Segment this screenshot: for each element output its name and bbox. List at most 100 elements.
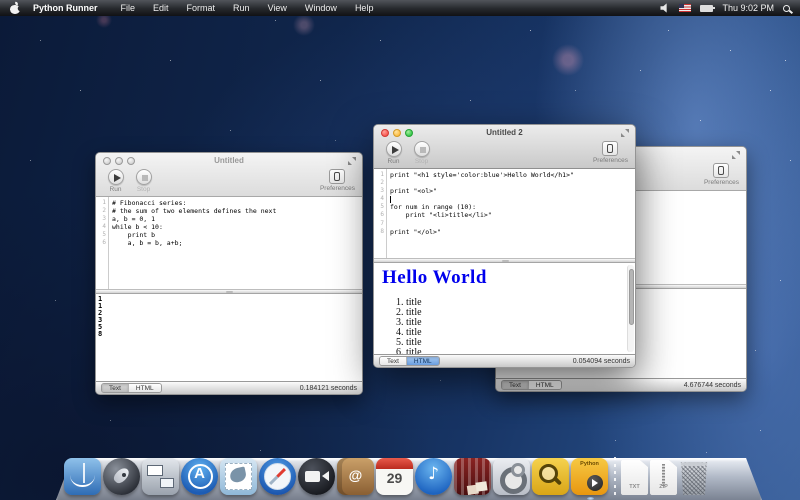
preferences-button[interactable]: Preferences [320,169,355,192]
list-item: title [406,348,627,355]
dock-separator [610,455,619,495]
play-icon [108,169,124,185]
window-title: Untitled 2 [486,128,522,137]
volume-icon[interactable] [660,3,670,13]
output-mode-segmented-control: Text HTML [501,380,562,390]
run-time-label: 0.184121 seconds [300,385,357,392]
minimize-button[interactable] [115,157,123,165]
app-store-icon[interactable] [181,458,218,495]
input-language-flag-icon[interactable] [679,4,691,12]
battery-icon[interactable] [700,5,713,12]
list-item: title [406,308,627,318]
app-menu-title[interactable]: Python Runner [33,3,98,13]
window2-code-editor[interactable]: 123 456 78 print "<h1 style='color:blue'… [374,169,635,258]
window3-statusbar: Text HTML 4.676744 seconds [496,378,746,391]
preferences-icon [718,166,724,175]
zoom-button[interactable] [405,129,413,137]
minimize-button[interactable] [393,129,401,137]
window1-statusbar: Text HTML 0.184121 seconds [96,381,362,394]
stop-icon [136,169,152,185]
window1-toolbar: Run Stop Preferences [96,168,362,196]
window1-code-editor[interactable]: 123 456 # Fibonacci series:# the sum of … [96,197,362,289]
fullscreen-icon[interactable] [621,129,629,137]
play-icon [386,141,402,157]
run-button[interactable]: Run [103,169,128,193]
code-lines: # Fibonacci series:# the sum of two elem… [109,197,362,289]
preferences-button[interactable]: Preferences [704,163,739,186]
photo-booth-icon[interactable] [454,458,491,495]
fullscreen-icon[interactable] [732,151,740,159]
window1-chrome: Untitled Run Stop Preferences [96,153,362,197]
menu-window[interactable]: Window [296,3,346,13]
window2-chrome: Untitled 2 Run Stop Preferences [374,125,635,169]
zip-document-icon[interactable]: ZIP [650,460,677,495]
launchpad-icon[interactable] [103,458,140,495]
list-item: title [406,338,627,348]
window2-statusbar: Text HTML 0.054094 seconds [374,354,635,367]
window-untitled[interactable]: Untitled Run Stop Preferences [95,152,363,395]
python-runner-icon[interactable]: Python [571,458,608,495]
html-tab[interactable]: HTML [129,384,161,392]
html-tab[interactable]: HTML [529,381,561,389]
menu-view[interactable]: View [259,3,296,13]
finder-icon[interactable] [64,458,101,495]
window-untitled-2[interactable]: Untitled 2 Run Stop Preferences [373,124,636,368]
calendar-icon[interactable]: 29 [376,458,413,495]
code-lines: print "<h1 style='color:blue'>Hello Worl… [387,169,635,258]
window2-titlebar[interactable]: Untitled 2 [374,125,635,140]
traffic-lights [103,157,135,165]
system-preferences-icon[interactable] [493,458,530,495]
run-button[interactable]: Run [381,141,406,165]
menu-format[interactable]: Format [178,3,225,13]
window2-output[interactable]: Hello World title title title title titl… [374,263,635,355]
text-cursor [390,196,391,203]
menu-help[interactable]: Help [346,3,383,13]
output-heading: Hello World [382,267,627,289]
zoom-button[interactable] [127,157,135,165]
window1-output[interactable]: 1 1 2 3 5 8 [96,294,362,382]
list-item: title [406,318,627,328]
menu-edit[interactable]: Edit [144,3,178,13]
stop-button[interactable]: Stop [131,169,156,193]
window1-titlebar[interactable]: Untitled [96,153,362,168]
html-tab[interactable]: HTML [407,357,439,365]
menu-status-area: Thu 9:02 PM [660,3,800,13]
output-mode-segmented-control: Text HTML [379,356,440,366]
apple-menu-icon[interactable] [10,3,21,14]
mail-icon[interactable] [220,458,257,495]
run-time-label: 0.054094 seconds [573,358,630,365]
stop-button[interactable]: Stop [409,141,434,165]
menu-file[interactable]: File [112,3,145,13]
fullscreen-icon[interactable] [348,157,356,165]
dock: 29 Python TXT ZIP [0,448,800,500]
run-time-label: 4.676744 seconds [684,382,741,389]
trash-icon[interactable] [679,462,709,495]
menu-clock[interactable]: Thu 9:02 PM [722,3,774,13]
txt-document-icon[interactable]: TXT [621,460,648,495]
facetime-icon[interactable] [298,458,335,495]
mission-control-icon[interactable] [142,458,179,495]
traffic-lights [381,129,413,137]
menu-bar: Python Runner File Edit Format Run View … [0,0,800,16]
desktop: Python Runner File Edit Format Run View … [0,0,800,500]
window2-toolbar: Run Stop Preferences [374,140,635,168]
close-button[interactable] [103,157,111,165]
list-item: title [406,328,627,338]
preferences-icon [607,144,613,153]
spotlight-icon[interactable] [783,5,790,12]
text-tab[interactable]: Text [502,381,529,389]
line-number-gutter: 123 456 78 [374,169,387,258]
menu-run[interactable]: Run [224,3,259,13]
address-book-icon[interactable] [337,458,374,495]
safari-icon[interactable] [259,458,296,495]
scrollbar[interactable] [627,265,634,353]
itunes-icon[interactable] [415,458,452,495]
close-button[interactable] [381,129,389,137]
window-title: Untitled [214,156,244,165]
scrollbar-thumb[interactable] [629,269,634,325]
output-mode-segmented-control: Text HTML [101,383,162,393]
text-tab[interactable]: Text [102,384,129,392]
text-tab[interactable]: Text [380,357,407,365]
preferences-button[interactable]: Preferences [593,141,628,164]
magnifier-utility-icon[interactable] [532,458,569,495]
